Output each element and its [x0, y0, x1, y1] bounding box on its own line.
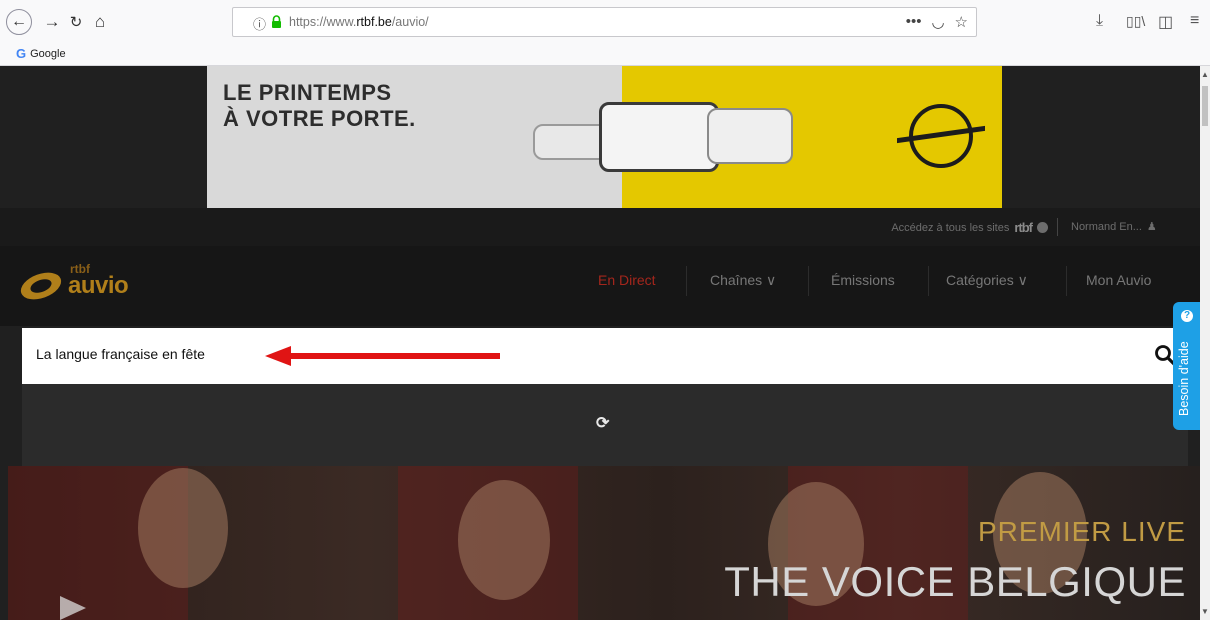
page-viewport: LE PRINTEMPS À VOTRE PORTE. Accédez à to…: [0, 66, 1200, 620]
help-label: Besoin d'aide: [1177, 341, 1191, 416]
lock-icon: [272, 15, 281, 28]
play-icon[interactable]: [60, 596, 86, 620]
nav-item-chaines[interactable]: Chaînes ∨: [710, 272, 776, 289]
search-bar: [22, 328, 1188, 384]
page-actions-icon[interactable]: •••: [906, 13, 922, 31]
sidebar-icon[interactable]: ◫: [1158, 12, 1173, 32]
download-icon[interactable]: ⤓: [1096, 12, 1103, 30]
nav-item-en-direct[interactable]: En Direct: [598, 272, 656, 288]
scroll-up-icon[interactable]: ▲: [1201, 70, 1209, 79]
divider: [686, 266, 687, 296]
hero-subtitle: PREMIER LIVE: [977, 516, 1186, 547]
rtbf-topbar: Accédez à tous les sites rtbf Normand En…: [0, 208, 1200, 246]
scroll-thumb[interactable]: [1202, 86, 1208, 126]
scroll-down-icon[interactable]: ▼: [1201, 607, 1209, 616]
forward-button[interactable]: →: [40, 10, 64, 34]
home-button[interactable]: ⌂: [88, 10, 112, 34]
ad-banner[interactable]: LE PRINTEMPS À VOTRE PORTE.: [207, 66, 1002, 208]
red-arrow-annotation: [265, 346, 500, 366]
divider: [928, 266, 929, 296]
ad-headline: LE PRINTEMPS À VOTRE PORTE.: [223, 80, 416, 131]
main-navbar: rtbf auvio En Direct Chaînes ∨ Émissions…: [0, 246, 1200, 326]
divider: [1057, 218, 1058, 236]
bookmark-label: Google: [30, 47, 66, 60]
nav-item-emissions[interactable]: Émissions: [831, 272, 895, 288]
chevron-circle-icon: [1037, 222, 1048, 233]
loading-refresh-icon: ⟳: [596, 415, 610, 432]
browser-toolbar: ← → ↻ ⌂ ⓘ https://www.rtbf.be/auvio/ •••…: [0, 0, 1210, 66]
google-icon: G: [16, 46, 27, 61]
menu-icon[interactable]: ≡: [1190, 12, 1199, 30]
car-image: [599, 102, 719, 172]
url-text: https://www.rtbf.be/auvio/: [289, 15, 429, 29]
help-icon: ?: [1181, 310, 1193, 322]
bookmark-star-icon[interactable]: ☆: [955, 13, 968, 31]
hero-banner[interactable]: PREMIER LIVE THE VOICE BELGIQUE: [8, 466, 1200, 620]
back-button[interactable]: ←: [6, 9, 32, 35]
bookmark-google[interactable]: G Google: [16, 46, 66, 61]
hero-title: THE VOICE BELGIQUE: [724, 558, 1186, 605]
scrollbar[interactable]: ▲ ▼: [1200, 66, 1210, 620]
nav-item-categories[interactable]: Catégories ∨: [946, 272, 1028, 289]
pocket-icon[interactable]: ◡: [931, 13, 944, 31]
rtbf-logo: rtbf: [1014, 220, 1033, 235]
car-image: [707, 108, 793, 164]
help-tab[interactable]: ? Besoin d'aide: [1173, 302, 1201, 430]
address-bar[interactable]: ⓘ https://www.rtbf.be/auvio/ ••• ◡ ☆: [232, 7, 977, 37]
user-icon: ♟: [1146, 221, 1157, 233]
all-sites-link[interactable]: Accédez à tous les sites rtbf: [891, 220, 1048, 235]
library-icon[interactable]: ▯▯\: [1126, 13, 1145, 30]
info-icon[interactable]: ⓘ: [253, 14, 266, 33]
user-menu[interactable]: Normand En... ♟: [1071, 220, 1157, 234]
search-results-panel: ⟳: [22, 384, 1188, 466]
nav-item-mon-auvio[interactable]: Mon Auvio: [1086, 272, 1151, 288]
divider: [808, 266, 809, 296]
reload-button[interactable]: ↻: [64, 10, 88, 34]
divider: [1066, 266, 1067, 296]
